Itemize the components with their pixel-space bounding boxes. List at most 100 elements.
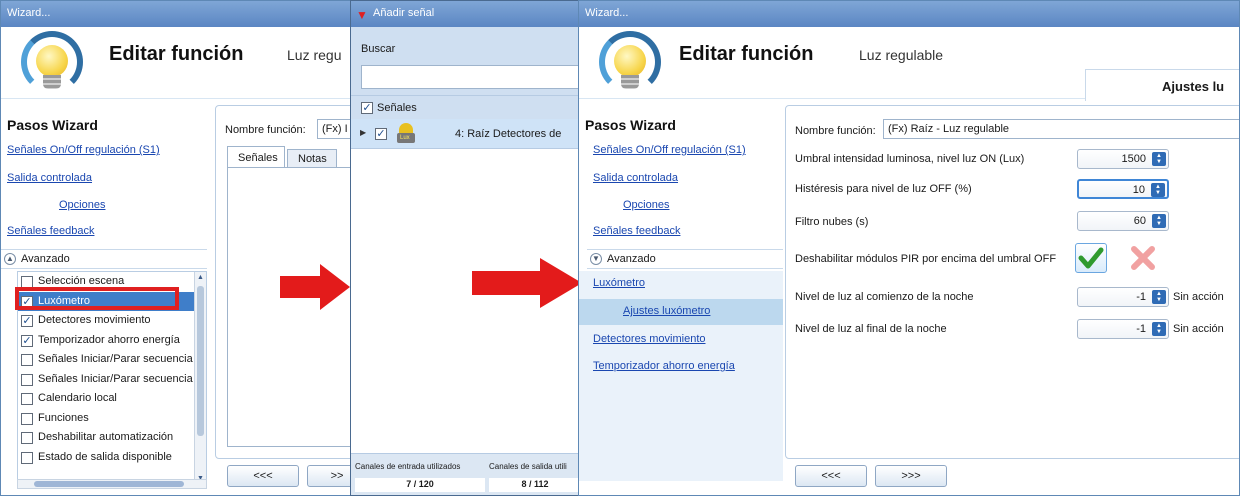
- step-options-right[interactable]: Opciones: [623, 199, 669, 211]
- lux-on-spinner[interactable]: 1500 ▲ ▼: [1077, 149, 1169, 169]
- spin-updown-icon[interactable]: ▲ ▼: [1152, 152, 1166, 166]
- lightbulb-icon: [595, 29, 665, 95]
- spin-updown-icon[interactable]: ▲ ▼: [1152, 290, 1166, 304]
- function-name-field[interactable]: (Fx) Raíz - Luz regulable: [883, 119, 1239, 139]
- next-button[interactable]: >>: [307, 465, 351, 487]
- search-label: Buscar: [361, 43, 396, 55]
- tab-light-settings-label: Ajustes lu: [1162, 79, 1225, 94]
- item-label: Señales Iniciar/Parar secuencia: [38, 353, 193, 365]
- item-checkbox[interactable]: ✓: [21, 315, 33, 327]
- step-signals-onoff-right[interactable]: Señales On/Off regulación (S1): [593, 144, 746, 156]
- hysteresis-spinner[interactable]: 10 ▲ ▼: [1077, 179, 1169, 199]
- scroll-thumb[interactable]: [197, 286, 204, 436]
- item-label: Calendario local: [38, 392, 117, 404]
- chevron-down-icon: ▼: [590, 253, 602, 265]
- signal-row[interactable]: ▶ ✓ Lux 4: Raíz Detectores de: [351, 119, 579, 149]
- in-channels-value: 7 / 120: [355, 478, 485, 492]
- clouds-filter-value: 60: [1133, 215, 1146, 227]
- scroll-up-icon[interactable]: ▲: [197, 274, 204, 281]
- adv-luxometro[interactable]: Luxómetro: [593, 277, 645, 289]
- item-checkbox[interactable]: [21, 373, 33, 386]
- expand-icon[interactable]: ▶: [360, 128, 366, 137]
- signals-label: Señales: [377, 102, 417, 114]
- red-arrow-2: [472, 258, 582, 308]
- lux-sensor-icon: Lux: [395, 123, 417, 145]
- step-options[interactable]: Opciones: [59, 199, 105, 211]
- adv-energy-timer[interactable]: Temporizador ahorro energía: [593, 360, 735, 372]
- horizontal-scrollbar[interactable]: [17, 479, 207, 489]
- dialog-footer: Canales de entrada utilizados Canales de…: [351, 453, 579, 495]
- list-item[interactable]: Deshabilitar automatización: [18, 428, 198, 447]
- item-checkbox[interactable]: ✓: [21, 334, 33, 347]
- name-label: Nombre función:: [225, 124, 306, 136]
- item-label: Detectores movimiento: [38, 314, 151, 326]
- signals-checkbox[interactable]: ✓: [361, 102, 373, 114]
- next-button-right[interactable]: >>>: [875, 465, 947, 487]
- item-checkbox[interactable]: [21, 412, 33, 425]
- adv-motion-detectors[interactable]: Detectores movimiento: [593, 333, 706, 345]
- checkmark-icon: [1078, 247, 1104, 269]
- dialog-title: Añadir señal: [373, 7, 435, 19]
- back-button-right[interactable]: <<<: [795, 465, 867, 487]
- tab-signals[interactable]: Señales: [227, 146, 285, 168]
- signal-row-label: 4: Raíz Detectores de: [455, 128, 562, 140]
- night-end-spinner[interactable]: -1 ▲ ▼: [1077, 319, 1169, 339]
- advanced-label-right: Avanzado: [607, 253, 656, 265]
- dialog-title-bar: ▼ Añadir señal: [351, 1, 579, 27]
- step-controlled-output-right[interactable]: Salida controlada: [593, 172, 678, 184]
- list-item[interactable]: Funciones: [18, 409, 198, 428]
- night-start-label: Nivel de luz al comienzo de la noche: [795, 291, 974, 303]
- item-checkbox[interactable]: [21, 451, 33, 464]
- step-feedback[interactable]: Señales feedback: [7, 225, 94, 237]
- lux-on-value: 1500: [1121, 153, 1146, 165]
- in-channels-label: Canales de entrada utilizados: [355, 462, 461, 471]
- list-item[interactable]: Estado de salida disponible: [18, 448, 198, 467]
- add-signal-dialog: ▼ Añadir señal Buscar ✓ Señales ▶ ✓ Lux …: [350, 0, 580, 496]
- chevron-up-icon: ▲: [4, 253, 16, 265]
- clouds-filter-spinner[interactable]: 60 ▲ ▼: [1077, 211, 1169, 231]
- pir-yes-button[interactable]: [1075, 243, 1107, 273]
- item-checkbox[interactable]: [21, 393, 33, 405]
- item-checkbox[interactable]: [21, 432, 33, 444]
- list-scrollbar[interactable]: ▲ ▼: [194, 272, 206, 484]
- night-end-value: -1: [1136, 323, 1146, 335]
- pir-disable-label: Deshabilitar módulos PIR por encima del …: [795, 253, 1057, 265]
- cross-icon: [1131, 246, 1155, 270]
- advanced-section-right[interactable]: ▼ Avanzado: [587, 249, 783, 269]
- form-name-label: Nombre función:: [795, 125, 876, 137]
- list-item[interactable]: Señales Iniciar/Parar secuencia: [18, 370, 198, 389]
- tab-notes[interactable]: Notas: [287, 149, 337, 168]
- night-start-no-action: Sin acción: [1173, 291, 1224, 303]
- hysteresis-label: Histéresis para nivel de luz OFF (%): [795, 183, 972, 195]
- advanced-section[interactable]: ▲ Avanzado: [1, 249, 207, 269]
- spin-updown-icon[interactable]: ▲ ▼: [1152, 214, 1166, 228]
- adv-luxometro-settings[interactable]: Ajustes luxómetro: [623, 305, 710, 317]
- night-start-spinner[interactable]: -1 ▲ ▼: [1077, 287, 1169, 307]
- list-item[interactable]: ✓ Temporizador ahorro energía: [18, 331, 198, 350]
- spin-updown-icon[interactable]: ▲ ▼: [1152, 322, 1166, 336]
- item-checkbox[interactable]: [21, 354, 33, 366]
- spin-updown-icon[interactable]: ▲ ▼: [1151, 183, 1165, 197]
- title-bar-right: Wizard...: [579, 1, 1239, 27]
- item-label: Temporizador ahorro energía: [38, 333, 180, 346]
- step-controlled-output[interactable]: Salida controlada: [7, 172, 92, 184]
- list-item[interactable]: Señales Iniciar/Parar secuencia: [18, 350, 198, 369]
- tab-light-settings[interactable]: Ajustes lu: [1085, 69, 1239, 101]
- wizard-window-left: Wizard... Editar función Luz regu Pasos …: [0, 0, 352, 496]
- night-start-value: -1: [1136, 291, 1146, 303]
- list-item[interactable]: Calendario local: [18, 389, 198, 408]
- list-item[interactable]: ✓ Detectores movimiento: [18, 311, 198, 330]
- title-bar: Wizard...: [1, 1, 351, 27]
- step-feedback-right[interactable]: Señales feedback: [593, 225, 680, 237]
- back-button[interactable]: <<<: [227, 465, 299, 487]
- item-label: Selección escena: [38, 275, 125, 287]
- name-field[interactable]: (Fx) I: [317, 119, 351, 139]
- pir-no-button[interactable]: [1127, 243, 1159, 273]
- signal-row-checkbox[interactable]: ✓: [375, 128, 387, 140]
- night-end-no-action: Sin acción: [1173, 323, 1224, 335]
- red-arrow-1: [280, 264, 350, 310]
- window-title: Wizard...: [7, 7, 51, 19]
- step-signals-onoff[interactable]: Señales On/Off regulación (S1): [7, 144, 160, 156]
- item-label: Funciones: [38, 411, 89, 424]
- search-input[interactable]: [361, 65, 579, 89]
